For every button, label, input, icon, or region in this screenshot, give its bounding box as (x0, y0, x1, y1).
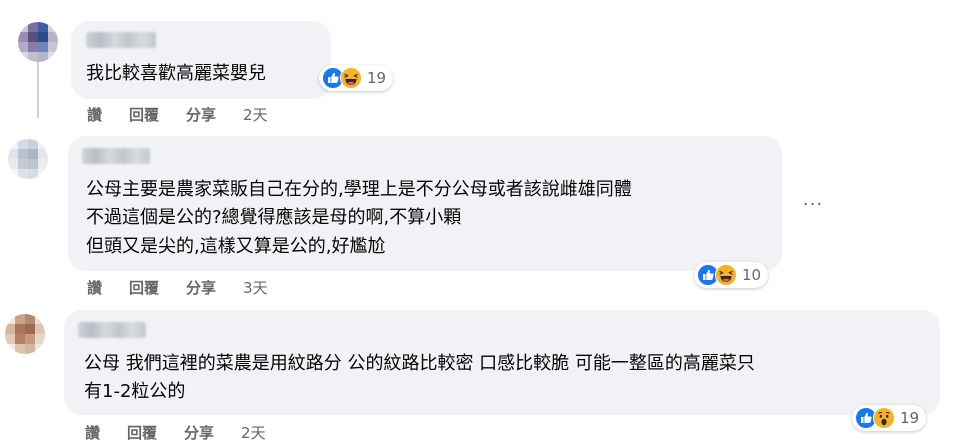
author-name-blurred[interactable] (86, 32, 156, 48)
comment-actions: 讚 回覆 分享 2天 (87, 104, 268, 125)
reaction-summary[interactable]: 19 (319, 65, 394, 91)
reaction-summary[interactable]: 10 (694, 262, 769, 288)
haha-icon (715, 264, 737, 286)
reaction-count: 19 (900, 409, 920, 427)
comment-text-line-1: 公母 我們這裡的菜農是用紋路分 公的紋路比較密 口感比較脆 可能一整區的高麗菜只 (84, 353, 755, 374)
comment-text: 我比較喜歡高麗菜嬰兒 (86, 63, 266, 84)
like-button[interactable]: 讚 (87, 277, 102, 298)
like-button[interactable]: 讚 (87, 104, 102, 125)
comment-text-line-3: 但頭又是尖的,這樣又算是公的,好尷尬 (86, 236, 386, 257)
comment-text-line-2: 有1-2粒公的 (84, 381, 186, 402)
author-name-blurred[interactable] (78, 322, 146, 338)
reply-button[interactable]: 回覆 (129, 277, 159, 298)
share-button[interactable]: 分享 (184, 422, 214, 443)
comment-actions: 讚 回覆 分享 2天 (85, 422, 266, 443)
share-button[interactable]: 分享 (186, 104, 216, 125)
share-button[interactable]: 分享 (186, 277, 216, 298)
avatar[interactable] (8, 139, 48, 179)
avatar[interactable] (5, 314, 45, 354)
timestamp[interactable]: 2天 (243, 104, 268, 125)
reaction-count: 19 (367, 69, 387, 87)
author-name-blurred[interactable] (82, 148, 150, 164)
timestamp[interactable]: 3天 (243, 277, 268, 298)
more-options-button[interactable]: ··· (799, 190, 827, 218)
comment-text-line-2: 不過這個是公的?總覺得應該是母的啊,不算小顆 (86, 207, 462, 228)
like-button[interactable]: 讚 (85, 422, 100, 443)
thread-connector-line (37, 62, 39, 118)
reply-button[interactable]: 回覆 (127, 422, 157, 443)
comment-actions: 讚 回覆 分享 3天 (87, 277, 268, 298)
avatar[interactable] (18, 22, 58, 62)
reply-button[interactable]: 回覆 (129, 104, 159, 125)
comment-text-line-1: 公母主要是農家菜販自己在分的,學理上是不分公母或者該說雌雄同體 (86, 179, 632, 200)
reaction-count: 10 (742, 266, 762, 284)
wow-icon (873, 407, 895, 429)
timestamp[interactable]: 2天 (241, 422, 266, 443)
reaction-summary[interactable]: 19 (852, 405, 927, 431)
haha-icon (340, 67, 362, 89)
